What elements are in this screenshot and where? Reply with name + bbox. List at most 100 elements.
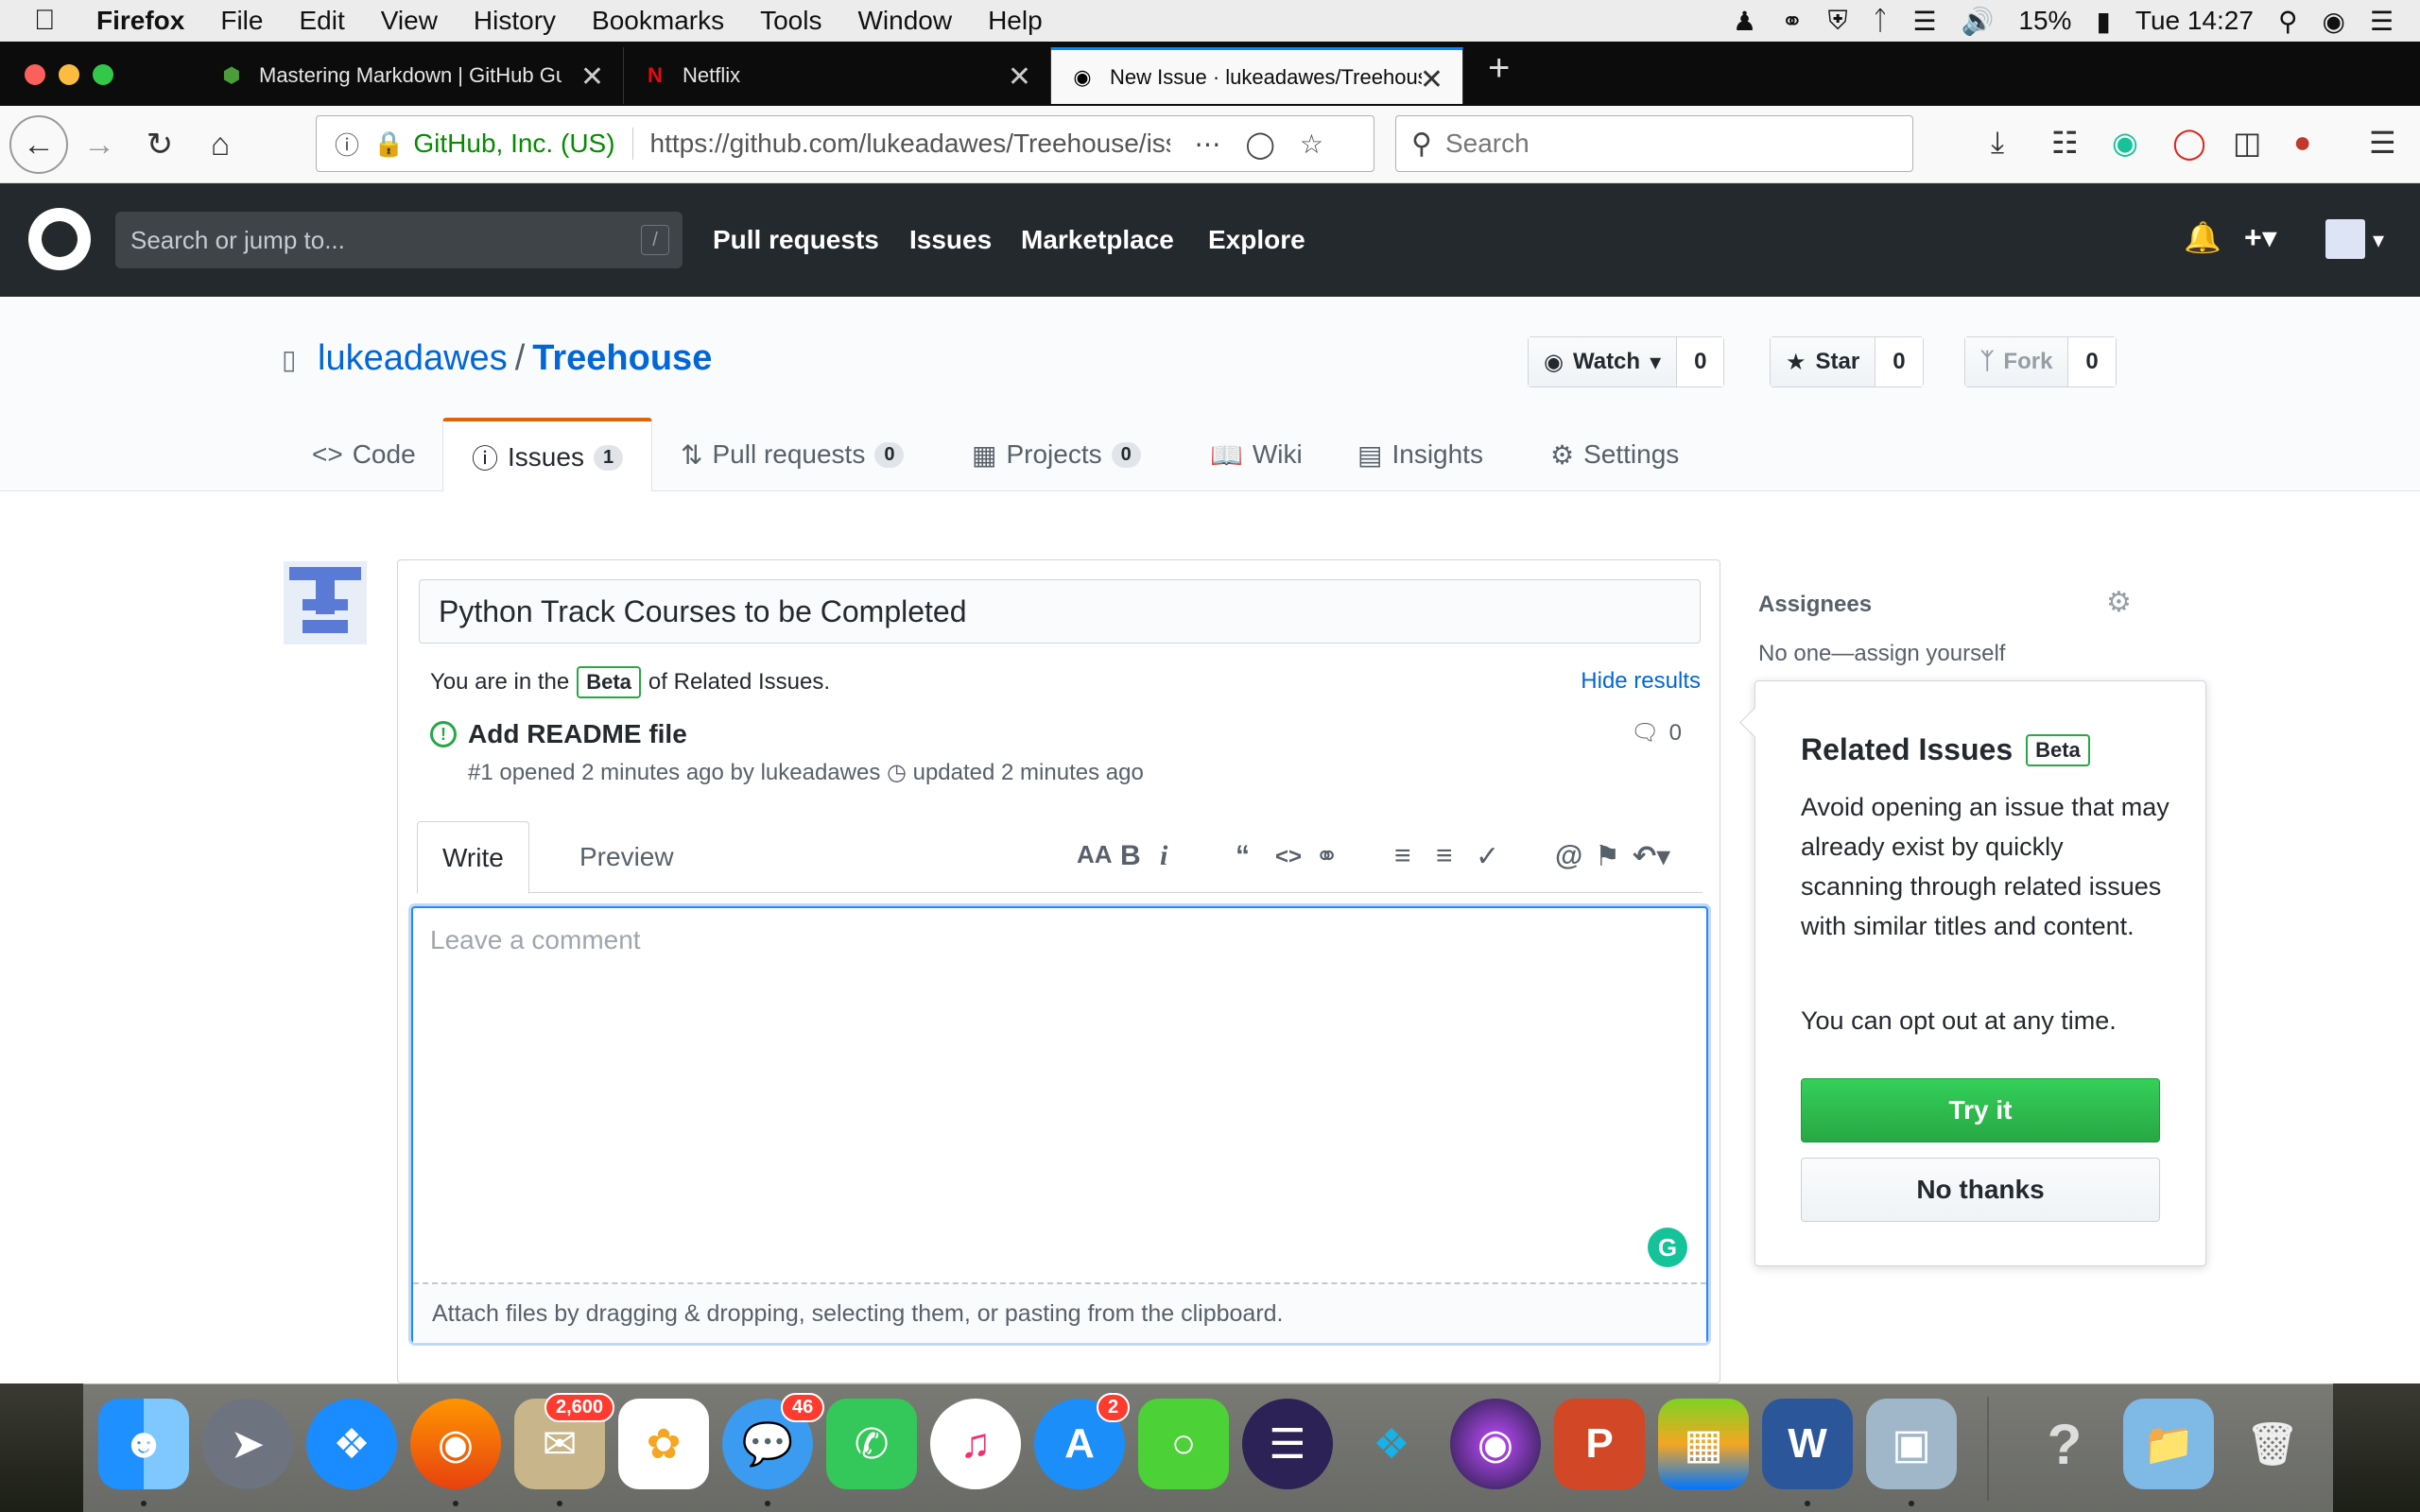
new-tab-plus-icon[interactable]: +	[1488, 47, 1510, 90]
photos-icon[interactable]: ✿	[618, 1399, 709, 1489]
text-size-icon[interactable]: AA	[1077, 840, 1113, 869]
forward-arrow-icon[interactable]: →	[74, 119, 125, 170]
apple-menu-icon[interactable]: 	[34, 5, 76, 37]
github-octocat-logo-icon[interactable]	[28, 208, 91, 270]
user-avatar-menu[interactable]	[2325, 219, 2365, 259]
nav-explore[interactable]: Explore	[1208, 225, 1305, 255]
github-search-input[interactable]: Search or jump to... /	[115, 212, 683, 268]
site-identity[interactable]: GitHub, Inc. (US)	[413, 129, 614, 159]
repo-owner-link[interactable]: lukeadawes	[318, 338, 508, 378]
chevron-down-icon[interactable]: ▾	[2373, 227, 2384, 254]
tab-wiki[interactable]: 📖 Wiki	[1210, 418, 1303, 491]
fork-count[interactable]: 0	[2068, 337, 2116, 387]
related-issue-title-link[interactable]: Add README file	[468, 719, 687, 749]
firefox-icon[interactable]: ◉	[410, 1399, 501, 1489]
menu-bookmarks[interactable]: Bookmarks	[592, 6, 724, 36]
sidebar-toggle-icon[interactable]: ◫	[2233, 125, 2261, 161]
bluestacks-icon[interactable]: ▦	[1658, 1399, 1749, 1489]
folder-icon[interactable]: 📁	[2123, 1399, 2214, 1489]
tab-mastering-markdown[interactable]: ⬢ Mastering Markdown | GitHub Guides ✕	[200, 47, 624, 104]
volume-icon[interactable]: 🔊	[1962, 6, 1995, 37]
bluetooth-icon[interactable]: ᛏ	[1873, 6, 1889, 36]
window-close-button[interactable]	[25, 64, 45, 85]
hide-results-link[interactable]: Hide results	[1581, 668, 1701, 695]
launchpad-rocket-icon[interactable]: ➤	[202, 1399, 293, 1489]
write-tab[interactable]: Write	[417, 821, 529, 894]
kodi-icon[interactable]: ❖	[1346, 1399, 1437, 1489]
tab-projects[interactable]: ▦ Projects 0	[972, 418, 1141, 491]
watch-count[interactable]: 0	[1677, 337, 1724, 387]
star-button[interactable]: ★ Star	[1771, 337, 1876, 387]
tab-issues[interactable]: ⓘ Issues 1	[442, 418, 653, 493]
window-minimize-button[interactable]	[59, 64, 79, 85]
issue-title-input[interactable]: Python Track Courses to be Completed	[419, 579, 1701, 644]
menu-file[interactable]: File	[220, 6, 263, 36]
tab-new-issue[interactable]: ◉ New Issue · lukeadawes/Treehouse ✕	[1051, 47, 1463, 104]
wifi-icon[interactable]: ☰	[1912, 6, 1936, 37]
tab-code[interactable]: <> Code	[312, 418, 416, 491]
spotlight-search-icon[interactable]: ⚲	[2278, 6, 2298, 37]
link-icon[interactable]: ⚭	[1315, 840, 1339, 873]
nav-issues[interactable]: Issues	[909, 225, 992, 255]
window-zoom-button[interactable]	[93, 64, 113, 85]
siri-icon[interactable]: ◉	[2322, 6, 2344, 37]
preview-tab[interactable]: Preview	[555, 821, 699, 893]
nav-marketplace[interactable]: Marketplace	[1021, 225, 1174, 255]
menu-view[interactable]: View	[381, 6, 438, 36]
back-arrow-icon[interactable]: ←	[9, 115, 68, 174]
author-avatar[interactable]	[284, 561, 367, 644]
grammarly-icon[interactable]: G	[1648, 1228, 1687, 1267]
library-icon[interactable]: ☷	[2051, 125, 2079, 161]
preview-icon[interactable]: ▣	[1866, 1399, 1957, 1489]
no-thanks-button[interactable]: No thanks	[1801, 1158, 2160, 1222]
eclipse-icon[interactable]: ☰	[1242, 1399, 1333, 1489]
word-icon[interactable]: W	[1762, 1399, 1853, 1489]
numbered-list-icon[interactable]: ≡	[1436, 840, 1453, 872]
watch-button[interactable]: ◉ Watch ▾	[1529, 337, 1678, 387]
status-creative-cloud-icon[interactable]: ⚭	[1781, 6, 1803, 37]
search-engine-icon[interactable]: ⚲	[1411, 128, 1432, 161]
bookmark-star-icon[interactable]: ☆	[1300, 129, 1323, 160]
downloads-icon[interactable]: ⤓	[1991, 125, 2004, 161]
status-shield-icon[interactable]: ⛨	[1828, 6, 1848, 37]
trash-icon[interactable]: 🗑	[2227, 1399, 2318, 1489]
tab-pull-requests[interactable]: ⇅ Pull requests 0	[681, 418, 905, 491]
related-issue-comment-count[interactable]: 🗨 0	[1631, 719, 1682, 747]
fork-button[interactable]: ᛉ Fork	[1965, 337, 2069, 387]
facetime-icon[interactable]: ✆	[826, 1399, 917, 1489]
tab-settings[interactable]: ⚙ Settings	[1550, 418, 1679, 491]
repo-name-link[interactable]: Treehouse	[532, 338, 712, 378]
battery-icon[interactable]: ▮	[2096, 6, 2110, 37]
itunes-music-icon[interactable]: ♫	[930, 1399, 1021, 1489]
grammarly-extension-icon[interactable]: ◉	[2112, 125, 2138, 161]
browser-search-bar[interactable]: ⚲ Search	[1395, 115, 1913, 172]
close-tab-icon[interactable]: ✕	[1008, 60, 1031, 94]
task-list-icon[interactable]: ✓	[1476, 840, 1499, 873]
try-it-button[interactable]: Try it	[1801, 1078, 2160, 1143]
url-text[interactable]: https://github.com/lukeadawes/Treehouse/…	[650, 129, 1170, 159]
code-icon[interactable]: <>	[1275, 844, 1302, 870]
menu-edit[interactable]: Edit	[299, 6, 344, 36]
safari-compass-icon[interactable]: ❖	[306, 1399, 397, 1489]
mention-icon[interactable]: @	[1555, 840, 1582, 872]
quote-icon[interactable]: “	[1236, 840, 1250, 872]
help-question-icon[interactable]: ?	[2019, 1399, 2110, 1489]
powerpoint-icon[interactable]: P	[1554, 1399, 1645, 1489]
saved-reply-bookmark-icon[interactable]: ⚑	[1595, 840, 1620, 873]
siri-app-icon[interactable]: ◉	[1450, 1399, 1541, 1489]
site-info-icon[interactable]: ⓘ	[326, 127, 368, 162]
tab-insights[interactable]: ▤ Insights	[1357, 418, 1483, 491]
pocket-icon[interactable]: ◯	[1246, 129, 1275, 160]
close-tab-icon[interactable]: ✕	[1420, 63, 1443, 96]
nav-pull-requests[interactable]: Pull requests	[713, 225, 879, 255]
reply-icon[interactable]: ↶▾	[1633, 840, 1670, 873]
bold-icon[interactable]: B	[1120, 840, 1141, 872]
reload-icon[interactable]: ↻	[134, 119, 185, 170]
assign-yourself-link[interactable]: No one—assign yourself	[1758, 641, 2005, 667]
notifications-bell-icon[interactable]: 🔔	[2184, 219, 2221, 255]
extension-icon[interactable]: ●	[2293, 125, 2311, 160]
italic-icon[interactable]: i	[1160, 840, 1167, 872]
close-tab-icon[interactable]: ✕	[580, 60, 604, 94]
menu-window[interactable]: Window	[857, 6, 952, 36]
menu-history[interactable]: History	[474, 6, 556, 36]
